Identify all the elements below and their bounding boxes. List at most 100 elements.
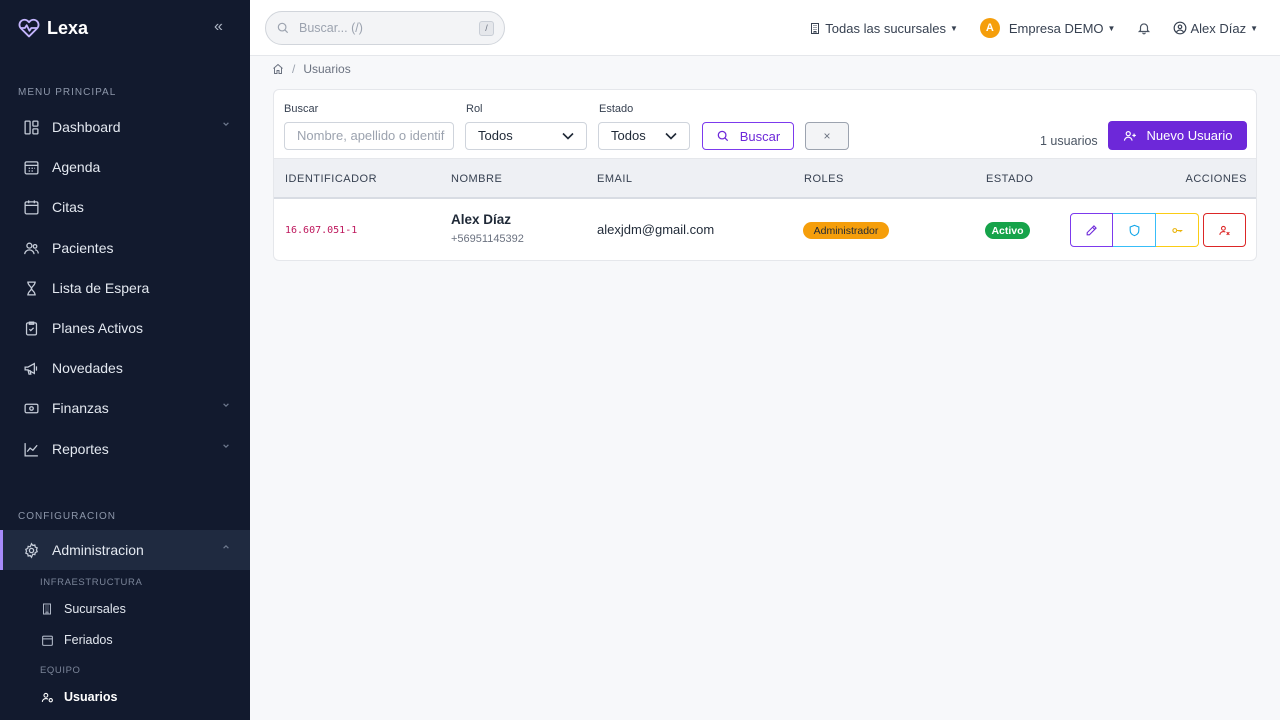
sidebar-item-label: Pacientes: [52, 240, 114, 256]
heart-pulse-icon: [18, 18, 40, 38]
sidebar-item-label: Lista de Espera: [52, 280, 150, 296]
edit-user-button[interactable]: [1070, 213, 1113, 247]
role-filter-select[interactable]: Todos: [465, 122, 587, 150]
collapse-sidebar-icon[interactable]: «: [214, 19, 228, 35]
role-filter-value: Todos: [478, 128, 513, 143]
company-label: Empresa DEMO: [1008, 20, 1104, 36]
column-header-email[interactable]: EMAIL: [597, 173, 633, 185]
sidebar: Lexa « MENU PRINCIPAL Dashboard Agenda C…: [0, 0, 250, 720]
users-gear-icon: [40, 690, 54, 704]
sidebar-item-finanzas[interactable]: Finanzas: [0, 388, 250, 428]
branch-selector[interactable]: Todas las sucursales ▼: [809, 21, 958, 36]
calendar-icon: [22, 198, 40, 216]
chevron-down-icon: [665, 132, 677, 140]
branch-label: Todas las sucursales: [825, 20, 946, 36]
sidebar-item-feriados[interactable]: Feriados: [40, 630, 113, 650]
company-selector[interactable]: A Empresa DEMO ▼: [979, 18, 1115, 38]
brand[interactable]: Lexa: [0, 0, 250, 56]
search-filter-label: Buscar: [284, 103, 319, 115]
sidebar-item-pacientes[interactable]: Pacientes: [0, 228, 250, 268]
notifications-button[interactable]: [1137, 21, 1151, 35]
users-count: 1 usuarios: [1040, 134, 1098, 148]
sidebar-item-usuarios[interactable]: Usuarios: [40, 687, 118, 707]
sidebar-item-lista-de-espera[interactable]: Lista de Espera: [0, 268, 250, 308]
breadcrumb-current: Usuarios: [303, 62, 351, 76]
user-phone: +56951145392: [451, 233, 524, 245]
role-filter-label: Rol: [466, 103, 483, 115]
status-badge: Activo: [985, 222, 1030, 239]
column-header-status[interactable]: ESTADO: [986, 173, 1033, 185]
sub-label-equipo: EQUIPO: [40, 665, 81, 676]
sidebar-item-label: Novedades: [52, 360, 123, 376]
deactivate-user-button[interactable]: [1203, 213, 1246, 247]
new-user-button[interactable]: Nuevo Usuario: [1108, 121, 1247, 150]
user-plus-icon: [1123, 130, 1136, 141]
chevron-down-icon: [223, 122, 229, 127]
sidebar-item-label: Usuarios: [64, 690, 118, 704]
sidebar-item-planes-activos[interactable]: Planes Activos: [0, 308, 250, 348]
home-icon[interactable]: [272, 63, 284, 75]
sidebar-item-sucursales[interactable]: Sucursales: [40, 599, 126, 619]
sidebar-item-agenda[interactable]: Agenda: [0, 147, 250, 187]
user-name: Alex Díaz: [451, 212, 512, 227]
user-identifier: 16.607.051-1: [285, 225, 358, 236]
chevron-up-icon: [223, 544, 229, 549]
search-shortcut-badge: /: [479, 21, 494, 36]
clipboard-check-icon: [22, 319, 40, 337]
caret-down-icon: ▼: [1250, 23, 1258, 33]
users-card: Buscar Nombre, apellido o identif Rol To…: [273, 89, 1257, 261]
table-row: 16.607.051-1 Alex Díaz +56951145392 alex…: [274, 199, 1256, 260]
building-icon: [811, 22, 820, 34]
sidebar-item-label: Feriados: [64, 633, 113, 647]
user-circle-icon: [1174, 21, 1187, 35]
breadcrumb: / Usuarios: [272, 62, 351, 76]
topbar-actions: Todas las sucursales ▼ A Empresa DEMO ▼ …: [809, 0, 1280, 56]
shield-icon: [1129, 224, 1139, 236]
role-badge: Administrador: [803, 222, 889, 239]
column-header-actions: ACCIONES: [1185, 173, 1247, 185]
user-roles-button[interactable]: [1113, 213, 1156, 247]
column-header-name[interactable]: NOMBRE: [451, 173, 502, 185]
clear-filters-button[interactable]: ×: [805, 122, 849, 150]
sidebar-item-dashboard[interactable]: Dashboard: [0, 107, 250, 147]
key-icon: [1171, 227, 1182, 233]
sidebar-item-label: Citas: [52, 199, 84, 215]
search-placeholder: Buscar... (/): [299, 21, 363, 35]
caret-down-icon: ▼: [949, 23, 958, 33]
search-filter-input[interactable]: Nombre, apellido o identif: [284, 122, 454, 150]
sidebar-item-novedades[interactable]: Novedades: [0, 348, 250, 388]
pencil-icon: [1086, 224, 1097, 235]
search-button[interactable]: Buscar: [702, 122, 794, 150]
status-filter-label: Estado: [599, 103, 634, 115]
sidebar-item-label: Finanzas: [52, 400, 109, 416]
status-filter-select[interactable]: Todos: [598, 122, 690, 150]
new-user-button-label: Nuevo Usuario: [1146, 128, 1233, 143]
calendar-grid-icon: [22, 158, 40, 176]
user-email: alexjdm@gmail.com: [597, 222, 715, 237]
sub-label-infraestructura: INFRAESTRUCTURA: [40, 577, 143, 588]
sidebar-item-label: Reportes: [52, 441, 109, 457]
sidebar-item-citas[interactable]: Citas: [0, 187, 250, 227]
hourglass-icon: [22, 279, 40, 297]
cash-icon: [22, 399, 40, 417]
column-header-id[interactable]: IDENTIFICADOR: [285, 173, 377, 185]
sidebar-item-label: Administracion: [52, 542, 144, 558]
dashboard-icon: [22, 118, 40, 136]
sidebar-item-reportes[interactable]: Reportes: [0, 429, 250, 469]
sidebar-item-administracion[interactable]: Administracion: [0, 530, 250, 570]
table-header: IDENTIFICADOR NOMBRE EMAIL ROLES ESTADO …: [274, 158, 1256, 199]
global-search-input[interactable]: Buscar... (/) /: [265, 11, 505, 45]
search-icon: [277, 22, 289, 34]
row-actions: [1070, 213, 1246, 247]
company-avatar: A: [979, 18, 1000, 38]
sidebar-item-label: Sucursales: [64, 602, 126, 616]
users-icon: [22, 239, 40, 257]
chevron-down-icon: [562, 132, 574, 140]
gear-icon: [22, 541, 40, 559]
building-icon: [40, 602, 54, 616]
user-menu[interactable]: Alex Díaz ▼: [1173, 21, 1258, 36]
column-header-roles[interactable]: ROLES: [804, 173, 844, 185]
reset-password-button[interactable]: [1156, 213, 1199, 247]
chevron-down-icon: [223, 444, 229, 449]
breadcrumb-separator: /: [292, 62, 296, 76]
